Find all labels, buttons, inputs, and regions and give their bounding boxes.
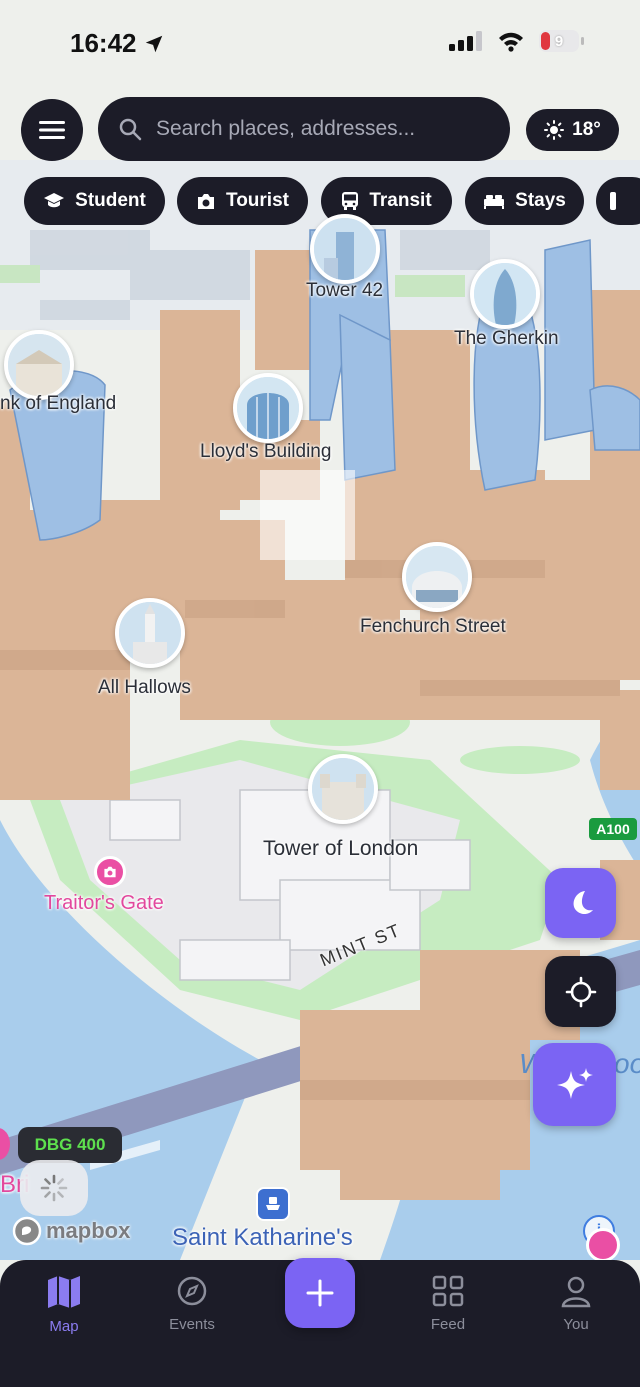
status-time: 16:42 [70,28,165,59]
chip-student[interactable]: Student [24,177,165,225]
boat-icon [266,1197,280,1210]
station-photo-icon [406,546,468,608]
bus-icon [342,192,359,210]
road-badge-a100: A100 [589,818,637,840]
camera-icon [198,193,214,209]
traitors-gate-marker[interactable] [94,856,126,888]
night-mode-button[interactable] [545,868,616,938]
location-arrow-icon [145,35,162,52]
bank-photo-icon [8,334,70,396]
mapbox-attribution[interactable]: mapbox [12,1216,130,1246]
poi-label: The Gherkin [454,328,559,349]
poi-tower-42[interactable] [310,214,380,284]
search-placeholder: Search places, addresses... [156,117,416,140]
poi-the-gherkin[interactable] [470,259,540,329]
hamburger-icon [39,121,65,139]
bus-badge: DBG 400 [18,1127,122,1163]
battery-icon: 9 [539,30,584,52]
traitors-gate-label: Traitor's Gate [44,892,164,914]
area-label: Saint Katharine's [172,1224,353,1251]
poi-label: nk of England [0,393,117,414]
water-label-right: oo [614,1048,640,1079]
tab-feed[interactable]: Feed [398,1274,498,1333]
chip-tourist[interactable]: Tourist [177,177,308,225]
wifi-icon [499,32,523,52]
weather-badge[interactable]: 18° [526,109,619,151]
bed-icon [484,195,505,209]
partial-camera-marker[interactable] [586,1228,620,1262]
mapbox-label: mapbox [46,1218,131,1243]
tab-map[interactable]: Map [14,1274,114,1335]
person-icon [561,1276,591,1308]
poi-tower-of-london[interactable] [308,754,378,824]
status-indicators: 9 [449,30,584,52]
search-bar[interactable]: Search places, addresses... [98,97,510,161]
status-bar: 16:42 9 [0,0,640,90]
locate-button[interactable] [545,956,616,1027]
sun-icon [544,120,565,140]
chip-stays[interactable]: Stays [465,177,584,225]
graduation-cap-icon [44,193,65,208]
poi-bank-of-england[interactable] [4,330,74,400]
plus-icon [306,1279,334,1307]
tab-you[interactable]: You [526,1274,626,1333]
poi-lloyds-building[interactable] [233,373,303,443]
map-icon [48,1276,80,1308]
chip-partial-icon [610,192,616,210]
loading-indicator [20,1160,88,1216]
sparkles-icon [556,1067,593,1099]
poi-label: Lloyd's Building [200,441,332,462]
battery-level: 9 [554,32,564,50]
signal-icon [449,31,482,51]
castle-photo-icon [312,758,374,820]
ai-assistant-button[interactable] [533,1043,616,1126]
poi-fenchurch-street[interactable] [402,542,472,612]
grid-icon [432,1275,464,1307]
compass-icon [177,1276,207,1306]
search-icon [119,118,142,141]
chip-more[interactable] [596,177,640,225]
lloyds-photo-icon [237,377,299,439]
tower-photo-icon [314,218,376,280]
poi-label: Tower 42 [306,280,384,301]
tab-events[interactable]: Events [142,1274,242,1333]
crosshair-icon [565,976,596,1007]
add-button[interactable] [285,1258,355,1328]
poi-all-hallows[interactable] [115,598,185,668]
poi-label: All Hallows [98,677,191,698]
camera-icon [104,866,116,878]
gherkin-photo-icon [474,263,536,325]
moon-icon [573,891,593,915]
temperature: 18° [572,119,601,140]
church-photo-icon [119,602,181,664]
ferry-marker[interactable] [256,1187,290,1221]
mapbox-logo-icon [12,1216,42,1246]
poi-label: Fenchurch Street [360,616,506,637]
poi-label: Tower of London [263,837,419,860]
menu-button[interactable] [21,99,83,161]
spinner-icon [40,1174,68,1202]
